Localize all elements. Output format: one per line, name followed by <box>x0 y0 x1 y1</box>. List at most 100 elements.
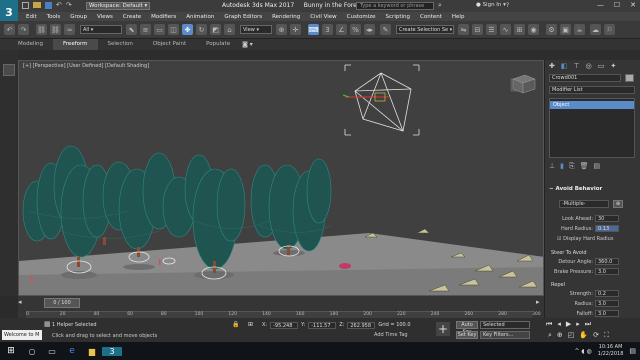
multiple-dropdown[interactable]: -Multiple- <box>559 200 609 208</box>
schematic-view-icon[interactable]: ⊞ <box>514 24 525 35</box>
close-icon[interactable]: ✕ <box>630 1 636 9</box>
brake-pressure-spinner[interactable]: 3.0 <box>595 268 619 275</box>
notifications-icon[interactable]: ▤ <box>629 347 636 355</box>
maximize-icon[interactable]: ☐ <box>614 1 620 9</box>
rendered-frame-window-icon[interactable]: ▣ <box>560 24 571 35</box>
workspace-dropdown[interactable]: Workspace: Default ▾ <box>86 2 151 10</box>
curve-editor-icon[interactable]: ∿ <box>500 24 511 35</box>
timeline-left-arrow-icon[interactable]: ◂ <box>18 298 26 308</box>
create-tab-icon[interactable]: ✚ <box>549 62 555 70</box>
strength-spinner[interactable]: 0.2 <box>595 290 619 297</box>
edge-browser-icon[interactable]: e <box>62 346 82 356</box>
menu-item[interactable]: Graph Editors <box>224 14 262 20</box>
viewcube[interactable] <box>507 71 537 95</box>
minimize-icon[interactable]: — <box>597 1 604 9</box>
look-ahead-spinner[interactable]: 30 <box>595 215 619 222</box>
next-frame-icon[interactable]: ▸ <box>576 320 580 329</box>
menu-item[interactable]: Civil View <box>310 14 336 20</box>
display-tab-icon[interactable]: ▭ <box>598 62 605 70</box>
timeline-right-arrow-icon[interactable]: ▸ <box>536 298 544 308</box>
selection-filter-dropdown[interactable]: All ▾ <box>80 25 122 34</box>
open-icon[interactable] <box>33 2 41 8</box>
show-end-result-icon[interactable]: ▮ <box>560 162 564 171</box>
scale-icon[interactable]: ◩ <box>210 24 221 35</box>
save-icon[interactable] <box>45 2 52 9</box>
zoom-extents-icon[interactable]: ◰ <box>568 331 575 340</box>
mirror-icon[interactable]: ⇋ <box>458 24 469 35</box>
render-online-icon[interactable]: ⚐ <box>604 24 615 35</box>
render-cloud-icon[interactable]: ☁ <box>590 24 601 35</box>
undo-icon[interactable]: ↶ <box>4 24 15 35</box>
go-to-start-icon[interactable]: ⏮ <box>546 320 552 329</box>
search-icon[interactable]: ⌕ <box>438 2 442 9</box>
stack-item-object[interactable]: Object <box>550 101 634 109</box>
z-coordinate-field[interactable]: 262.958 <box>347 322 376 329</box>
menu-item[interactable]: Customize <box>347 14 376 20</box>
snaps-toggle-icon[interactable]: 3 <box>322 24 333 35</box>
make-unique-icon[interactable]: ⎘ <box>569 162 575 171</box>
maximize-viewport-icon[interactable]: ⛶ <box>604 331 609 340</box>
lock-selection-icon[interactable]: 🔒 <box>232 321 239 328</box>
pin-stack-icon[interactable]: ⊥ <box>549 162 555 171</box>
key-filters-button[interactable]: Key Filters... <box>480 331 530 339</box>
render-setup-icon[interactable]: ⚙ <box>546 24 557 35</box>
display-hard-radius-checkbox[interactable]: ☑ Display Hard Radius <box>557 236 613 242</box>
orbit-icon[interactable]: ⟳ <box>593 331 599 340</box>
previous-frame-icon[interactable]: ◂ <box>557 320 561 329</box>
align-icon[interactable]: ⊟ <box>472 24 483 35</box>
tab-selection[interactable]: Selection <box>98 39 143 50</box>
falloff-spinner[interactable]: 3.0 <box>595 310 619 317</box>
add-time-tag[interactable]: Add Time Tag <box>374 332 408 338</box>
menu-item[interactable]: Edit <box>26 14 37 20</box>
select-object-icon[interactable]: ⬉ <box>126 24 137 35</box>
render-production-icon[interactable]: ☕ <box>574 24 585 35</box>
tab-freeform[interactable]: Freeform <box>53 39 98 50</box>
place-icon[interactable]: ⌂ <box>224 24 235 35</box>
zoom-all-icon[interactable]: ⊕ <box>557 331 563 340</box>
layer-explorer-icon[interactable]: ☰ <box>486 24 497 35</box>
search-input[interactable]: Type a keyword or phrase <box>356 2 434 10</box>
pivot-center-icon[interactable]: ⊕ <box>276 24 287 35</box>
rectangular-selection-icon[interactable]: ▭ <box>154 24 165 35</box>
remove-modifier-icon[interactable]: 🗑 <box>580 162 589 171</box>
move-icon[interactable]: ✥ <box>182 24 193 35</box>
task-view-icon[interactable]: ▭ <box>42 347 62 356</box>
edit-named-selection-icon[interactable]: ✎ <box>380 24 391 35</box>
zoom-icon[interactable]: ⌕ <box>548 331 552 340</box>
tab-modeling[interactable]: Modeling <box>8 39 53 50</box>
menu-item[interactable]: Tools <box>47 14 61 20</box>
keyboard-shortcut-toggle-icon[interactable]: ⌨ <box>308 24 319 35</box>
reference-coordinate-dropdown[interactable]: View ▾ <box>240 25 272 34</box>
viewport-layout-icon[interactable] <box>3 64 15 76</box>
maxscript-listener[interactable]: Welcome to M <box>2 330 42 340</box>
redo-icon[interactable]: ↷ <box>18 24 29 35</box>
pan-icon[interactable]: ✋ <box>579 331 588 340</box>
ribbon-options-icon[interactable]: ◙ ▾ <box>242 41 253 48</box>
windows-start-icon[interactable]: ⊞ <box>0 346 22 356</box>
menu-item[interactable]: Modifiers <box>151 14 176 20</box>
y-coordinate-field[interactable]: -111.57 <box>308 322 337 329</box>
percent-snap-icon[interactable]: % <box>350 24 361 35</box>
redo-icon[interactable]: ↷ <box>66 2 72 9</box>
menu-item[interactable]: Create <box>123 14 141 20</box>
menu-item[interactable]: Scripting <box>386 14 410 20</box>
tab-object-paint[interactable]: Object Paint <box>143 39 196 50</box>
menu-item[interactable]: Views <box>97 14 113 20</box>
clock[interactable]: 10:16 AM 1/22/2018 <box>598 344 624 358</box>
key-mode-dropdown[interactable]: Selected <box>480 321 530 329</box>
modifier-list-dropdown[interactable]: Modifier List <box>549 86 635 94</box>
hierarchy-tab-icon[interactable]: ⊤ <box>574 62 580 70</box>
repel-radius-spinner[interactable]: 3.0 <box>595 300 619 307</box>
3dsmax-taskbar-icon[interactable]: 3 <box>102 346 122 356</box>
named-selection-dropdown[interactable]: Create Selection Se ▾ <box>396 25 454 34</box>
spinner-snap-icon[interactable]: ◂▸ <box>364 24 375 35</box>
utilities-tab-icon[interactable]: ✦ <box>610 62 616 70</box>
unlink-icon[interactable]: ⛓ <box>50 24 61 35</box>
menu-item[interactable]: Rendering <box>272 14 300 20</box>
perspective-viewport[interactable]: [+] [Perspective] [User Defined] [Defaul… <box>18 60 544 296</box>
tab-populate[interactable]: Populate <box>196 39 240 50</box>
system-tray-icons[interactable]: ^ ◖ ◍ <box>574 348 591 355</box>
link-icon[interactable]: ⛓ <box>36 24 47 35</box>
menu-item[interactable]: Group <box>70 14 87 20</box>
x-coordinate-field[interactable]: -95.248 <box>270 322 299 329</box>
